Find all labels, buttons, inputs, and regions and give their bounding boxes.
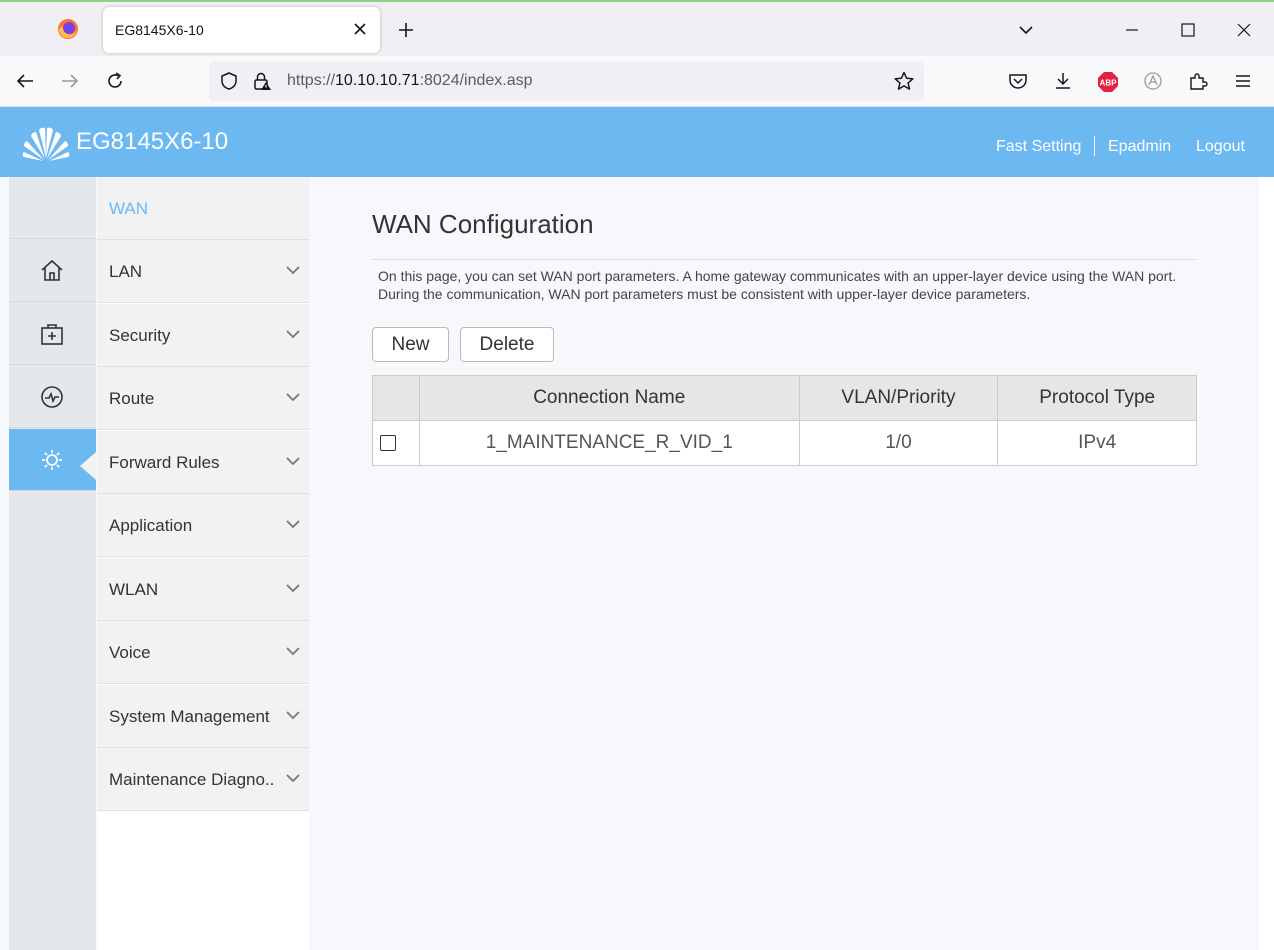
back-icon[interactable] [14, 70, 36, 92]
chevron-down-icon [286, 711, 300, 720]
browser-nav-bar: https://10.10.10.71:8024/index.asp ABP [0, 56, 1274, 107]
table-header-row: Connection Name VLAN/Priority Protocol T… [372, 375, 1197, 421]
url-path: :8024/index.asp [419, 72, 533, 89]
shield-icon[interactable] [219, 71, 239, 91]
chevron-down-icon [286, 774, 300, 783]
chevron-down-icon [286, 584, 300, 593]
submenu-item-security[interactable]: Security [97, 304, 309, 367]
table-header-connection-name: Connection Name [418, 375, 800, 421]
sidebar-item-toolbox[interactable] [9, 303, 96, 365]
vlan-priority-cell: 1/0 [798, 420, 999, 466]
close-window-icon[interactable] [1235, 20, 1253, 40]
table-header-protocol-type: Protocol Type [997, 375, 1197, 421]
main-content: WAN Configuration On this page, you can … [309, 177, 1259, 950]
connection-name-cell: 1_MAINTENANCE_R_VID_1 [418, 420, 800, 466]
new-tab-icon[interactable] [396, 20, 416, 40]
submenu-item-wlan[interactable]: WLAN [97, 558, 309, 621]
row-select-cell [372, 420, 420, 466]
submenu-item-voice[interactable]: Voice [97, 621, 309, 684]
chevron-down-icon [286, 647, 300, 656]
wan-table: Connection Name VLAN/Priority Protocol T… [372, 375, 1197, 466]
submenu-item-maintenance-diagnosis[interactable]: Maintenance Diagno.. [97, 748, 309, 811]
submenu-label: Maintenance Diagno.. [109, 770, 275, 789]
sidebar-item-status[interactable] [9, 366, 96, 428]
chevron-down-icon[interactable] [1017, 22, 1035, 38]
adblock-label: ABP [1100, 79, 1118, 88]
submenu-label: LAN [109, 262, 143, 281]
title-divider [372, 259, 1197, 260]
reload-icon[interactable] [104, 70, 126, 92]
huawei-logo-icon [22, 127, 70, 161]
submenu-label: WAN [109, 199, 149, 218]
minimize-window-icon[interactable] [1123, 20, 1141, 40]
bookmark-star-icon[interactable] [893, 70, 915, 92]
chevron-down-icon [286, 520, 300, 529]
icon-sidebar [9, 177, 96, 950]
page-title: WAN Configuration [372, 209, 594, 239]
translate-icon[interactable] [1142, 70, 1164, 92]
submenu-label: Security [109, 326, 171, 345]
submenu-item-application[interactable]: Application [97, 494, 309, 557]
table-header-select [372, 375, 420, 421]
page-description: On this page, you can set WAN port param… [378, 268, 1177, 302]
pocket-icon[interactable] [1007, 70, 1029, 92]
url-scheme: https:// [287, 72, 336, 89]
tab-title: EG8145X6-10 [115, 22, 204, 38]
submenu-item-wan[interactable]: WAN [97, 177, 309, 240]
table-header-vlan-priority: VLAN/Priority [798, 375, 999, 421]
router-page: EG8145X6-10 Fast Setting Epadmin Logout [0, 107, 1274, 950]
chevron-down-icon [286, 330, 300, 339]
table-row[interactable]: 1_MAINTENANCE_R_VID_1 1/0 IPv4 [372, 420, 1197, 466]
row-checkbox[interactable] [380, 434, 396, 451]
download-icon[interactable] [1052, 70, 1074, 92]
submenu-item-route[interactable]: Route [97, 367, 309, 430]
header-divider [1094, 136, 1095, 156]
active-indicator-arrow [80, 452, 96, 480]
submenu: WAN LAN Security Route Forward Rules App… [97, 177, 309, 950]
chevron-down-icon [286, 393, 300, 402]
maximize-window-icon[interactable] [1179, 20, 1197, 40]
submenu-label: WLAN [109, 580, 159, 599]
adblock-plus-icon[interactable]: ABP [1097, 71, 1119, 93]
submenu-item-system-management[interactable]: System Management [97, 685, 309, 748]
router-header: EG8145X6-10 Fast Setting Epadmin Logout [0, 107, 1274, 177]
fast-setting-link[interactable]: Fast Setting [996, 138, 1081, 156]
close-tab-icon[interactable] [351, 20, 369, 38]
submenu-label: Route [109, 389, 155, 408]
submenu-label: Application [109, 516, 193, 535]
sidebar-blank [9, 177, 96, 239]
toolbox-icon [41, 324, 63, 345]
chevron-down-icon [286, 457, 300, 466]
delete-button[interactable]: Delete [460, 327, 554, 362]
browser-tab[interactable]: EG8145X6-10 [103, 7, 380, 53]
extensions-icon[interactable] [1187, 70, 1209, 92]
chevron-down-icon [286, 266, 300, 275]
pulse-icon [41, 386, 63, 408]
new-button[interactable]: New [372, 327, 449, 362]
browser-tab-bar: EG8145X6-10 [0, 0, 1274, 56]
forward-icon[interactable] [59, 70, 81, 92]
url-bar[interactable]: https://10.10.10.71:8024/index.asp [209, 61, 924, 101]
url-host: 10.10.10.71 [335, 72, 420, 89]
submenu-item-forward-rules[interactable]: Forward Rules [97, 431, 309, 494]
menu-icon[interactable] [1232, 70, 1254, 92]
firefox-logo-icon [58, 19, 78, 39]
submenu-label: System Management [109, 707, 270, 726]
logout-link[interactable]: Logout [1196, 138, 1245, 156]
submenu-label: Voice [109, 643, 151, 662]
home-icon [41, 259, 63, 281]
device-name: EG8145X6-10 [76, 128, 229, 155]
protocol-type-cell: IPv4 [997, 420, 1197, 466]
submenu-item-lan[interactable]: LAN [97, 240, 309, 303]
settings-icon [42, 450, 62, 470]
sidebar-item-home[interactable] [9, 240, 96, 302]
user-link[interactable]: Epadmin [1108, 138, 1171, 156]
lock-warning-icon[interactable] [252, 71, 272, 91]
page-right-gutter [1259, 177, 1274, 950]
url-text[interactable]: https://10.10.10.71:8024/index.asp [287, 72, 533, 90]
submenu-label: Forward Rules [109, 453, 220, 472]
